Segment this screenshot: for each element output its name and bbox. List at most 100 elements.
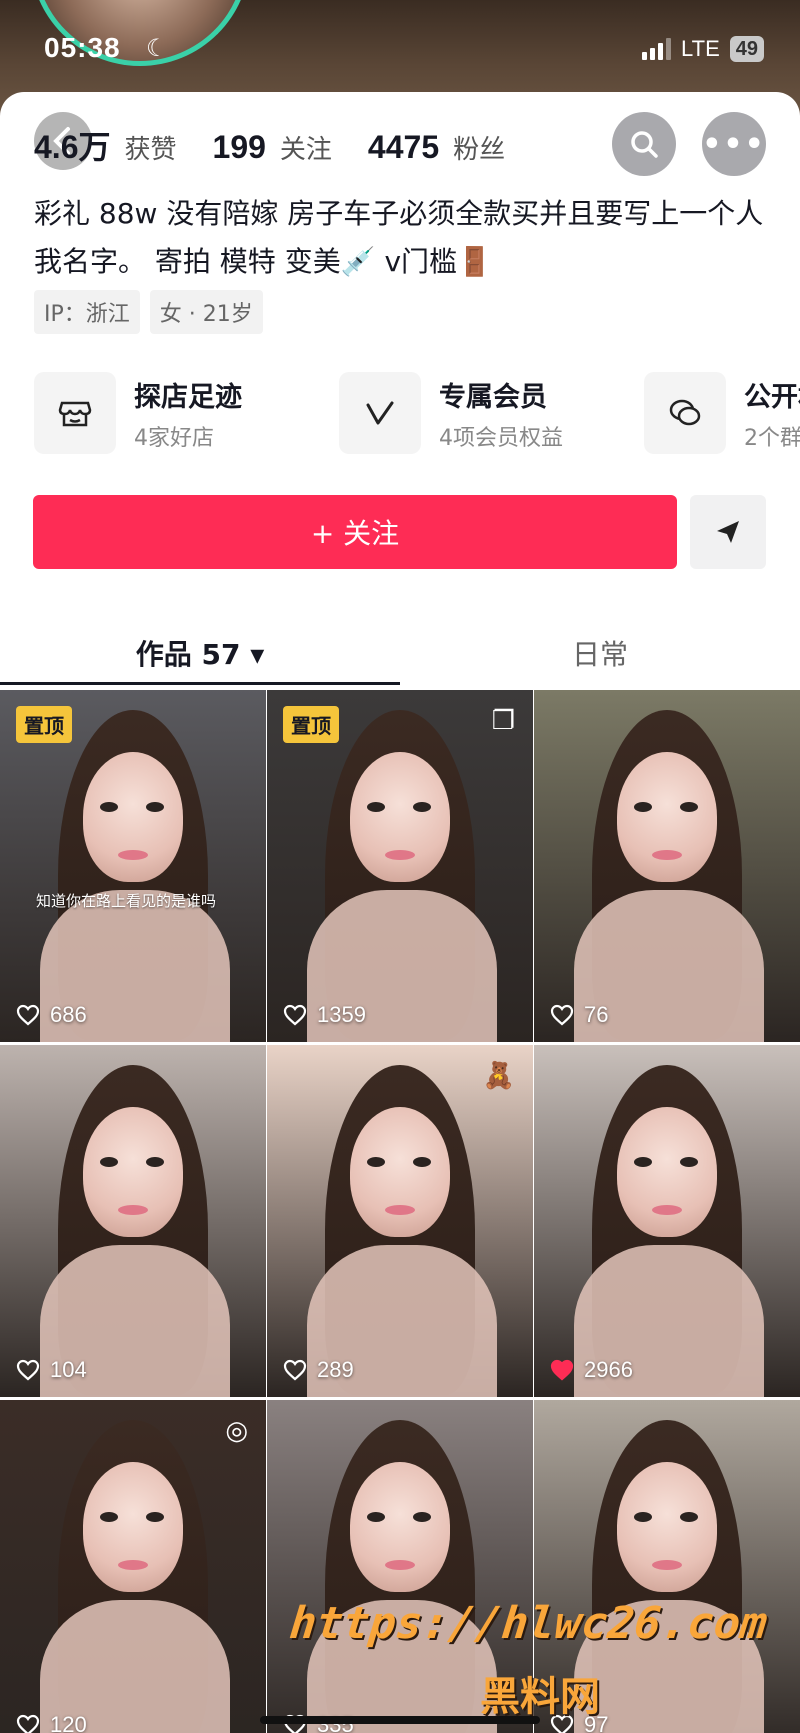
like-count-value: 120 xyxy=(50,1712,87,1733)
bear-sticker-icon: 🧸 xyxy=(482,1061,515,1091)
like-count: 120 xyxy=(16,1712,87,1733)
feature-group[interactable]: 公开群 2个群聊 xyxy=(644,372,800,454)
feature-vip-title: 专属会员 xyxy=(439,381,547,413)
thumbnail-face xyxy=(83,1462,183,1592)
followers-count[interactable]: 4475 xyxy=(368,129,439,166)
tab-daily[interactable]: 日常 xyxy=(400,620,800,686)
feature-row: 探店足迹 4家好店 专属会员 4项会员权益 公开群 2个群聊 xyxy=(34,372,800,454)
thumbnail-lips xyxy=(652,1205,682,1215)
thumbnail-eye xyxy=(100,1512,118,1522)
heart-icon xyxy=(550,1004,574,1026)
video-grid: 置顶 知道你在路上看见的是谁吗 686 置顶 ❐ 1359 76 104 🧸 289 2966 ◎ 12… xyxy=(0,690,800,1733)
thumbnail-lips xyxy=(118,1560,148,1570)
thumbnail-eye xyxy=(634,1512,652,1522)
thumbnail-eye xyxy=(634,1157,652,1167)
feature-shop-sub: 4家好店 xyxy=(134,425,214,451)
like-count-value: 1359 xyxy=(317,1002,366,1027)
like-count: 686 xyxy=(16,1002,87,1028)
thumbnail-lips xyxy=(118,850,148,860)
feature-group-sub: 2个群聊 xyxy=(744,425,800,451)
video-thumbnail[interactable]: 76 xyxy=(534,690,800,1042)
share-button[interactable] xyxy=(690,495,766,569)
feature-shop[interactable]: 探店足迹 4家好店 xyxy=(34,372,339,454)
gender-age-tag: 女 · 21岁 xyxy=(149,290,263,334)
tab-indicator xyxy=(0,682,400,685)
gallery-icon: ❐ xyxy=(491,706,515,736)
like-count: 2966 xyxy=(550,1357,633,1383)
followers-label: 粉丝 xyxy=(453,135,506,165)
like-count: 76 xyxy=(550,1002,608,1028)
moon-icon: ☾ xyxy=(146,34,168,62)
thumbnail-eye xyxy=(367,1157,385,1167)
heart-icon xyxy=(283,1004,307,1026)
thumbnail-face xyxy=(83,752,183,882)
thumbnail-lips xyxy=(118,1205,148,1215)
battery-icon: 49 xyxy=(729,36,764,62)
thumbnail-lips xyxy=(385,1560,415,1570)
video-thumbnail[interactable]: 104 xyxy=(0,1045,266,1397)
feature-vip[interactable]: 专属会员 4项会员权益 xyxy=(339,372,644,454)
like-count: 289 xyxy=(283,1357,354,1383)
search-icon xyxy=(631,131,658,158)
status-time: 05:38 xyxy=(44,32,121,63)
network-label: LTE xyxy=(681,36,720,61)
like-count-value: 289 xyxy=(317,1357,354,1382)
live-icon: ◎ xyxy=(225,1416,248,1446)
profile-stats: 4.6万 获赞 199 关注 4475 粉丝 xyxy=(34,122,527,168)
vip-icon xyxy=(339,372,421,454)
following-count[interactable]: 199 xyxy=(213,129,266,166)
thumbnail-eye xyxy=(146,1512,164,1522)
ip-tag: IP：浙江 xyxy=(34,290,140,334)
thumbnail-eye xyxy=(413,1157,431,1167)
thumbnail-eye xyxy=(100,1157,118,1167)
home-indicator xyxy=(260,1716,540,1724)
thumbnail-eye xyxy=(367,1512,385,1522)
thumbnail-face xyxy=(617,752,717,882)
tab-works[interactable]: 作品 57 ▾ xyxy=(0,620,400,686)
video-thumbnail[interactable]: ◎ 120 xyxy=(0,1400,266,1733)
following-label: 关注 xyxy=(279,135,332,165)
thumbnail-eye xyxy=(680,1157,698,1167)
status-indicators: LTE 49 xyxy=(642,36,764,62)
shop-icon xyxy=(34,372,116,454)
thumbnail-eye xyxy=(146,802,164,812)
like-count-value: 76 xyxy=(584,1002,609,1027)
send-icon xyxy=(717,521,739,543)
like-count: 104 xyxy=(16,1357,87,1383)
thumbnail-eye xyxy=(634,802,652,812)
video-thumbnail[interactable]: 置顶 ❐ 1359 xyxy=(267,690,533,1042)
video-thumbnail[interactable]: 🧸 289 xyxy=(267,1045,533,1397)
thumbnail-eye xyxy=(680,1512,698,1522)
thumbnail-face xyxy=(83,1107,183,1237)
video-thumbnail[interactable]: 2966 xyxy=(534,1045,800,1397)
search-button[interactable] xyxy=(612,112,676,176)
like-count-value: 686 xyxy=(50,1002,87,1027)
video-thumbnail[interactable]: 置顶 知道你在路上看见的是谁吗 686 xyxy=(0,690,266,1042)
more-icon: ••• xyxy=(702,126,766,162)
heart-icon xyxy=(16,1714,40,1733)
follow-button[interactable]: + 关注 xyxy=(33,495,677,569)
thumbnail-face xyxy=(617,1462,717,1592)
thumbnail-lips xyxy=(652,850,682,860)
watermark-url: https://hlwc26.com xyxy=(287,1598,770,1649)
thumbnail-face xyxy=(617,1107,717,1237)
heart-icon xyxy=(16,1004,40,1026)
thumbnail-lips xyxy=(385,850,415,860)
like-count-value: 2966 xyxy=(584,1357,633,1382)
more-button[interactable]: ••• xyxy=(702,112,766,176)
signal-icon xyxy=(642,38,672,60)
thumbnail-eye xyxy=(680,802,698,812)
watermark-name: 黑料网 xyxy=(480,1674,600,1720)
feature-shop-title: 探店足迹 xyxy=(134,381,242,413)
thumbnail-eye xyxy=(100,802,118,812)
thumbnail-face xyxy=(350,1462,450,1592)
heart-icon xyxy=(550,1359,574,1381)
content-tabs: 作品 57 ▾ 日常 xyxy=(0,620,800,686)
likes-count[interactable]: 4.6万 xyxy=(34,122,111,168)
pinned-badge: 置顶 xyxy=(16,706,72,743)
bio-text: 彩礼 88w 没有陪嫁 房子车子必须全款买并且要写上一个人我名字。 寄拍 模特 … xyxy=(34,197,764,278)
thumbnail-face xyxy=(350,1107,450,1237)
chat-icon xyxy=(644,372,726,454)
like-count-value: 104 xyxy=(50,1357,87,1382)
profile-tags: IP：浙江 女 · 21岁 xyxy=(34,290,263,334)
